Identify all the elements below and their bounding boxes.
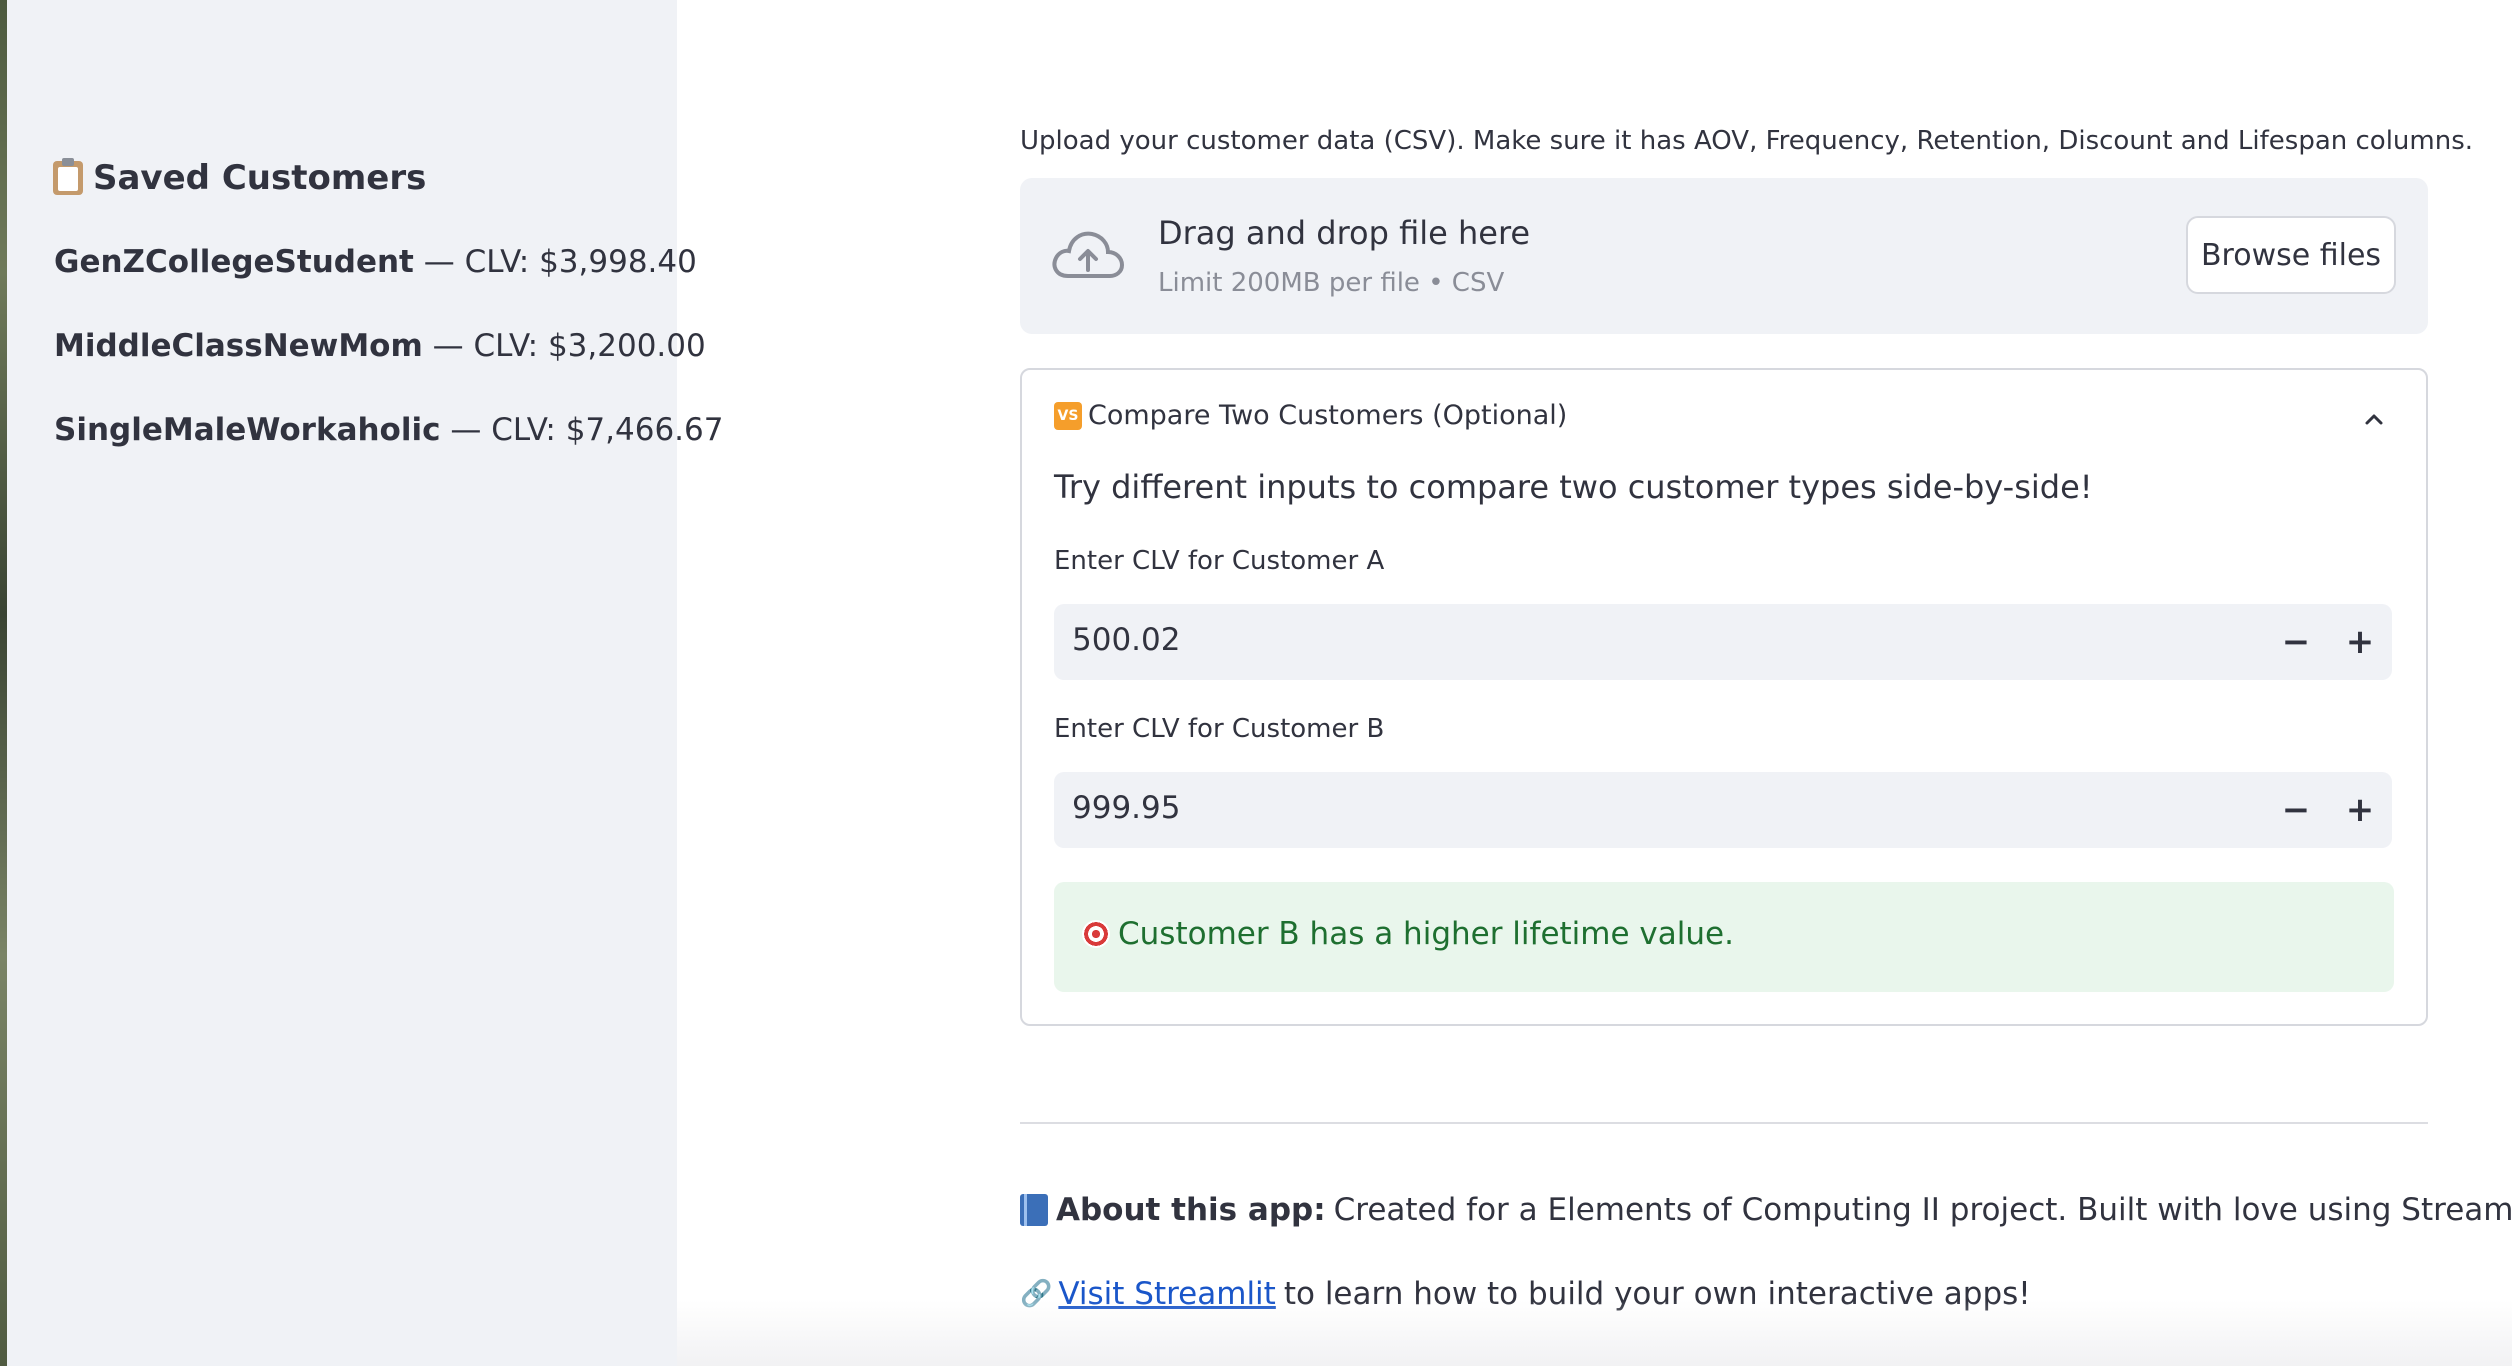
visit-streamlit-link[interactable]: Visit Streamlit [1058, 1276, 1275, 1312]
visit-section: 🔗 Visit Streamlit to learn how to build … [1020, 1276, 2031, 1312]
compare-expander-title: Compare Two Customers (Optional) [1088, 400, 1568, 431]
compare-expander: VS Compare Two Customers (Optional) Try … [1020, 368, 2428, 1026]
customer-a-decrement-button[interactable]: − [2272, 618, 2320, 666]
sidebar-title: Saved Customers [53, 158, 426, 198]
saved-customer-name: GenZCollegeStudent [54, 244, 414, 280]
dropzone-title: Drag and drop file here [1158, 214, 1531, 252]
comparison-result-text: Customer B has a higher lifetime value. [1118, 916, 1734, 952]
customer-a-value[interactable]: 500.02 [1072, 622, 1180, 658]
saved-customer-clv: — CLV: $3,998.40 [413, 244, 697, 280]
comparison-result: Customer B has a higher lifetime value. [1082, 916, 1734, 952]
customer-b-number-input[interactable]: 999.95 − + [1054, 772, 2392, 848]
customer-b-increment-button[interactable]: + [2336, 786, 2384, 834]
saved-customers-list: GenZCollegeStudent — CLV: $3,998.40 Midd… [54, 240, 723, 492]
target-icon [1082, 920, 1110, 948]
saved-customer-clv: — CLV: $7,466.67 [440, 412, 724, 448]
about-text: Created for a Elements of Computing II p… [1333, 1192, 2512, 1228]
customer-a-label: Enter CLV for Customer A [1054, 546, 1385, 576]
saved-customer-name: SingleMaleWorkaholic [54, 412, 441, 448]
app-root: Saved Customers GenZCollegeStudent — CLV… [0, 0, 2512, 1366]
saved-customer-name: MiddleClassNewMom [54, 328, 423, 364]
saved-customer-item: MiddleClassNewMom — CLV: $3,200.00 [54, 324, 723, 408]
saved-customer-item: GenZCollegeStudent — CLV: $3,998.40 [54, 240, 723, 324]
cloud-upload-icon [1052, 231, 1125, 278]
clipboard-icon [53, 158, 83, 195]
comparison-result-alert: Customer B has a higher lifetime value. [1054, 882, 2394, 992]
about-label: About this app: [1056, 1192, 1326, 1228]
customer-b-label: Enter CLV for Customer B [1054, 714, 1385, 744]
customer-a-increment-button[interactable]: + [2336, 618, 2384, 666]
divider [1020, 1122, 2428, 1124]
customer-b-decrement-button[interactable]: − [2272, 786, 2320, 834]
book-icon [1020, 1194, 1048, 1226]
customer-a-number-input[interactable]: 500.02 − + [1054, 604, 2392, 680]
saved-customer-item: SingleMaleWorkaholic — CLV: $7,466.67 [54, 408, 723, 492]
vs-icon: VS [1054, 401, 1082, 430]
dropzone-limit-text: Limit 200MB per file • CSV [1158, 268, 1505, 298]
background-edge [0, 0, 7, 1366]
sidebar: Saved Customers GenZCollegeStudent — CLV… [7, 0, 723, 1366]
compare-intro-text: Try different inputs to compare two cust… [1054, 468, 2093, 506]
browse-files-button[interactable]: Browse files [2186, 216, 2396, 294]
saved-customer-clv: — CLV: $3,200.00 [422, 328, 706, 364]
sidebar-title-text: Saved Customers [93, 158, 427, 198]
file-dropzone[interactable]: Drag and drop file here Limit 200MB per … [1020, 178, 2428, 334]
about-section: About this app: Created for a Elements o… [1020, 1192, 2512, 1228]
visit-rest-text: to learn how to build your own interacti… [1283, 1276, 2031, 1312]
customer-b-value[interactable]: 999.95 [1072, 790, 1180, 826]
compare-expander-header[interactable]: VS Compare Two Customers (Optional) [1054, 400, 1567, 431]
chevron-up-icon[interactable] [2362, 408, 2386, 432]
upload-caption: Upload your customer data (CSV). Make su… [1020, 126, 2474, 156]
link-icon: 🔗 [1020, 1279, 1053, 1309]
